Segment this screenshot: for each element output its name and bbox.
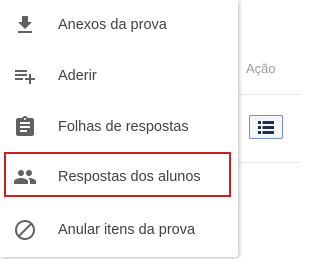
menu-item-anexos[interactable]: Anexos da prova <box>0 6 238 44</box>
playlist-add-icon <box>13 64 37 88</box>
actions-menu: Anexos da prova Aderir Folhas de respost… <box>0 0 238 257</box>
menu-item-anular-itens[interactable]: Anular itens da prova <box>0 211 238 249</box>
block-icon <box>13 218 37 242</box>
highlight-box <box>4 152 231 197</box>
clipboard-icon <box>13 115 37 139</box>
list-icon <box>258 120 274 134</box>
menu-item-folhas-de-respostas[interactable]: Folhas de respostas <box>0 108 238 146</box>
menu-item-aderir[interactable]: Aderir <box>0 57 238 95</box>
menu-item-label: Anexos da prova <box>58 17 167 33</box>
action-column-header: Ação <box>246 61 276 76</box>
download-icon <box>13 13 37 37</box>
row-actions-button[interactable] <box>249 115 283 139</box>
menu-item-label: Aderir <box>58 68 97 84</box>
menu-item-label: Folhas de respostas <box>58 119 189 135</box>
screen: Ação Anexos da prova Aderir Folhas de re… <box>0 0 300 259</box>
menu-item-label: Anular itens da prova <box>58 222 196 238</box>
